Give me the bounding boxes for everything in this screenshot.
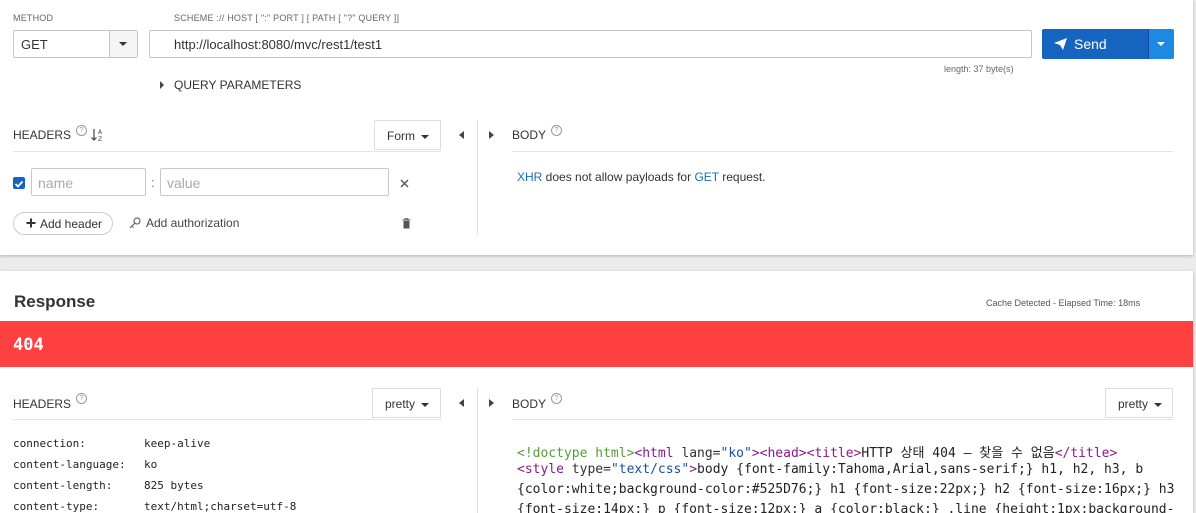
svg-text:A: A (98, 129, 103, 136)
response-headers-title: HEADERS (13, 397, 72, 411)
chevron-down-icon (421, 403, 429, 407)
chevron-down-icon (119, 42, 127, 46)
code-line: <!doctype html><html lang="ko"><head><ti… (517, 442, 1117, 461)
response-body-mode-value: pretty (1118, 397, 1149, 411)
code-text: HTTP 상태 404 – 찾을 수 없음 (861, 446, 1055, 461)
status-bar: 404 (0, 321, 1193, 367)
response-meta: Cache Detected - Elapsed Time: 18ms (986, 298, 1141, 308)
header-enabled-checkbox[interactable] (13, 177, 25, 189)
send-button[interactable]: Send (1042, 29, 1148, 59)
collapse-left-icon[interactable] (459, 399, 464, 407)
sort-icon[interactable]: A Z (91, 128, 104, 142)
add-header-label: Add header (40, 217, 103, 231)
chevron-down-icon (421, 135, 429, 139)
code-line: {color:white;background-color:#525D76;} … (517, 482, 1175, 497)
body-not-allowed-message: XHR does not allow payloads for GET requ… (517, 170, 766, 184)
response-body-title: BODY (512, 397, 547, 411)
url-format-label: SCHEME :// HOST [ ":" PORT ] [ PATH [ "?… (174, 13, 400, 23)
expand-right-icon[interactable] (489, 399, 494, 407)
help-icon[interactable]: ? (76, 393, 87, 404)
status-code: 404 (13, 335, 44, 355)
response-title: Response (14, 292, 96, 311)
xhr-link[interactable]: XHR (517, 170, 542, 184)
trash-icon[interactable] (402, 218, 411, 229)
divider (512, 151, 1173, 152)
svg-text:Z: Z (98, 136, 102, 142)
key-icon (129, 217, 141, 229)
panel-divider (477, 388, 478, 513)
url-input[interactable]: http://localhost:8080/mvc/rest1/test1 (149, 30, 1032, 58)
headers-mode-dropdown[interactable]: Form (374, 120, 441, 150)
code-tag: > (689, 462, 698, 477)
help-icon[interactable]: ? (551, 125, 562, 136)
method-link[interactable]: GET (694, 170, 718, 184)
code-attr: type= (571, 462, 611, 477)
query-params-label: QUERY PARAMETERS (174, 78, 302, 92)
method-select[interactable]: GET (13, 30, 138, 58)
paper-plane-icon (1054, 38, 1067, 50)
header-value-input[interactable]: value (160, 168, 389, 196)
header-value: text/html;charset=utf-8 (144, 500, 297, 513)
request-panel: METHOD SCHEME :// HOST [ ":" PORT ] [ PA… (0, 0, 1193, 255)
help-icon[interactable]: ? (551, 393, 562, 404)
code-line: {font-size:14px;} p {font-size:12px;} a … (517, 502, 1175, 513)
method-value: GET (21, 37, 48, 52)
code-text: body {font-family:Tahoma,Arial,sans-seri… (697, 462, 1144, 477)
send-label: Send (1074, 36, 1107, 52)
header-name-input[interactable]: name (31, 168, 146, 196)
collapse-left-icon[interactable] (459, 131, 464, 139)
method-label: METHOD (13, 13, 54, 23)
check-icon (14, 180, 24, 188)
response-body-code[interactable]: <!doctype html><html lang="ko"><head><ti… (510, 430, 1190, 513)
header-value: 825 bytes (144, 479, 204, 492)
header-value: keep-alive (144, 437, 211, 450)
code-tag: <head><title> (759, 446, 862, 461)
expand-right-icon[interactable] (489, 131, 494, 139)
request-body-title: BODY (512, 128, 547, 142)
method-dropdown-toggle[interactable] (109, 31, 137, 57)
response-body-mode-dropdown[interactable]: pretty (1105, 388, 1173, 418)
divider (13, 151, 441, 152)
expand-icon (160, 81, 164, 89)
divider (13, 419, 441, 420)
response-headers-mode-dropdown[interactable]: pretty (372, 388, 441, 418)
code-tag: <style (517, 462, 572, 477)
response-headers-mode-value: pretty (385, 397, 416, 411)
code-attr: lang= (681, 446, 721, 461)
plus-icon (26, 218, 36, 228)
close-icon[interactable] (400, 179, 409, 188)
chevron-down-icon (1154, 403, 1162, 407)
message-text: does not allow payloads for (542, 170, 695, 184)
header-key: content-type: (13, 500, 100, 513)
code-tag: > (751, 446, 760, 461)
add-authorization-label: Add authorization (146, 216, 240, 230)
url-value: http://localhost:8080/mvc/rest1/test1 (174, 37, 383, 52)
request-headers-title: HEADERS (13, 128, 72, 142)
response-header-row: content-language: ko (13, 458, 157, 471)
response-header-row: content-length: 825 bytes (13, 479, 204, 492)
panel-divider (477, 120, 478, 235)
code-string: "ko" (720, 446, 752, 461)
header-key: content-language: (13, 458, 126, 471)
url-length: length: 37 byte(s) (944, 64, 1014, 74)
chevron-down-icon (1157, 42, 1165, 46)
code-tag: <html (634, 446, 682, 461)
headers-mode-value: Form (387, 129, 415, 143)
add-header-button[interactable]: Add header (13, 212, 113, 235)
header-key: content-length: (13, 479, 113, 492)
code-tag: </title> (1054, 446, 1118, 461)
header-key: connection: (13, 437, 86, 450)
code-string: "text/css" (610, 462, 690, 477)
response-header-row: content-type: text/html;charset=utf-8 (13, 500, 296, 513)
response-header-row: connection: keep-alive (13, 437, 210, 450)
divider (512, 419, 1173, 420)
help-icon[interactable]: ? (76, 125, 87, 136)
header-separator: : (151, 175, 155, 190)
code-doctype: <!doctype html> (517, 446, 635, 461)
message-text-end: request. (718, 170, 766, 184)
header-value: ko (144, 458, 158, 471)
code-line: <style type="text/css">body {font-family… (517, 462, 1143, 477)
send-options-button[interactable] (1148, 29, 1174, 59)
